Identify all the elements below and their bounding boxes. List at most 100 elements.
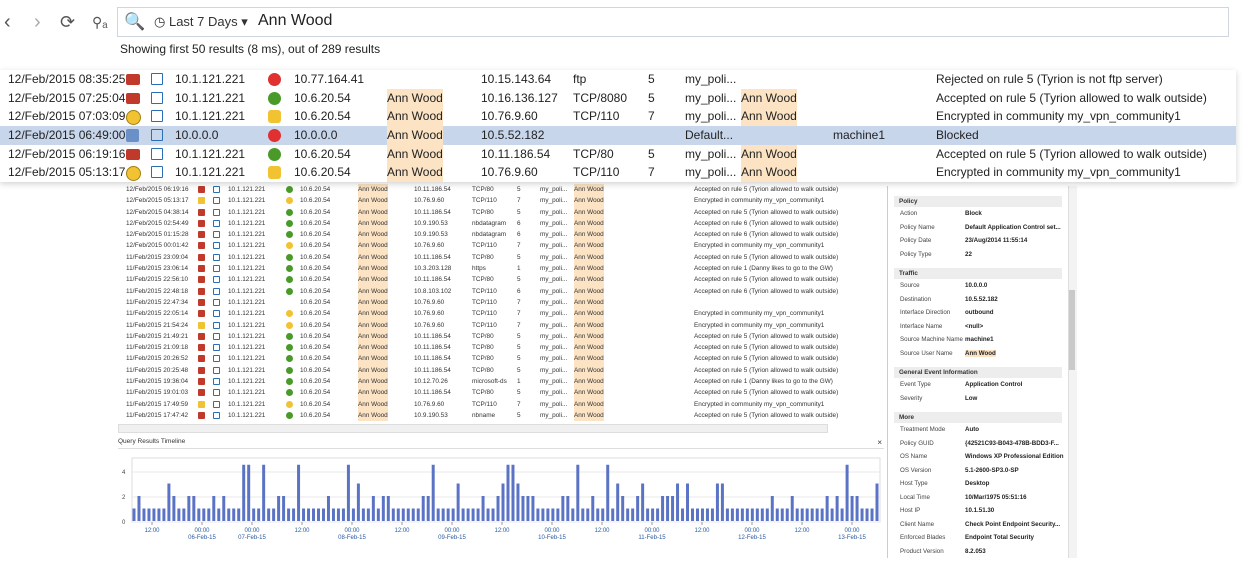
timeline-bar <box>681 508 685 521</box>
table-row[interactable]: 12/Feb/2015 07:25:04 10.1.121.221 10.6.20.… <box>0 88 1236 108</box>
search-input[interactable]: Ann Wood <box>258 12 332 30</box>
action-icon <box>286 378 293 386</box>
timeline-header: Query Results Timeline × <box>118 438 884 449</box>
direction-icon <box>213 208 220 216</box>
table-row[interactable]: 12/Feb/2015 05:13:17 10.1.121.221 10.6.20.… <box>118 195 882 207</box>
table-row[interactable]: 11/Feb/2015 17:49:59 10.1.121.221 10.6.20.… <box>118 398 882 410</box>
table-row[interactable]: 12/Feb/2015 00:01:42 10.1.121.221 10.6.20.… <box>118 240 882 252</box>
cell-user: Ann Wood <box>358 206 388 218</box>
details-section-policy[interactable]: Policy <box>894 196 1062 207</box>
cell-service: TCP/110 <box>472 197 497 205</box>
close-icon[interactable]: × <box>877 438 882 447</box>
table-row[interactable]: 12/Feb/2015 01:15:28 10.1.121.221 10.6.20.… <box>118 229 882 241</box>
cell-source: 10.1.121.221 <box>228 242 266 250</box>
timeline-bar <box>561 496 565 521</box>
table-row[interactable]: 11/Feb/2015 22:05:14 10.1.121.221 10.6.20.… <box>118 308 882 320</box>
cell-time: 11/Feb/2015 19:36:04 <box>126 378 189 386</box>
query-syntax-icon[interactable]: ⚲ₐ <box>92 8 107 36</box>
cell-destination: 10.9.190.53 <box>414 411 448 419</box>
table-row[interactable]: 12/Feb/2015 05:13:17 10.1.121.221 10.6.20.… <box>0 163 1236 183</box>
table-row[interactable]: 12/Feb/2015 06:49:00 10.0.0.0 10.0.0.0 Ann … <box>0 126 1236 145</box>
timeline-bar <box>451 508 455 521</box>
back-icon[interactable]: ‹ <box>4 8 11 36</box>
table-row[interactable]: 11/Feb/2015 19:36:04 10.1.121.221 10.6.20.… <box>118 376 882 388</box>
cell-user-name: Ann Wood <box>574 376 604 388</box>
details-section-more[interactable]: More <box>894 412 1062 423</box>
cell-user: Ann Wood <box>358 240 388 252</box>
timeline-bar <box>212 496 216 521</box>
table-row[interactable]: 11/Feb/2015 23:06:14 10.1.121.221 10.6.20.… <box>118 263 882 275</box>
vertical-scrollbar[interactable] <box>1068 186 1077 558</box>
direction-icon <box>151 166 163 179</box>
detail-label: Policy Type <box>900 250 932 258</box>
cell-service: nbdatagram <box>472 219 507 227</box>
table-row[interactable]: 11/Feb/2015 21:54:24 10.1.121.221 10.6.20.… <box>118 319 882 331</box>
table-row[interactable]: 11/Feb/2015 22:48:18 10.1.121.221 10.6.20.… <box>118 285 882 297</box>
timeline-bar <box>476 508 480 521</box>
cell-policy: my_poli... <box>540 298 568 306</box>
timeline-bar <box>541 508 545 521</box>
direction-icon <box>213 231 220 239</box>
table-row[interactable]: 12/Feb/2015 06:19:16 10.1.121.221 10.6.20.… <box>0 144 1236 164</box>
action-icon <box>268 166 281 180</box>
results-table: 12/Feb/2015 06:19:16 10.1.121.221 10.6.20.… <box>118 184 882 431</box>
forward-icon[interactable]: › <box>34 8 41 36</box>
cell-user-name: Ann Wood <box>574 206 604 218</box>
cell-user-name: Ann Wood <box>574 274 604 286</box>
table-row[interactable]: 11/Feb/2015 22:56:10 10.1.121.221 10.6.20.… <box>118 274 882 286</box>
timeline-bar <box>576 464 580 521</box>
refresh-icon[interactable]: ⟳ <box>60 8 75 36</box>
time-range-selector[interactable]: ◷ Last 7 Days ▾ <box>154 14 248 30</box>
table-row[interactable]: 11/Feb/2015 19:01:03 10.1.121.221 10.6.20.… <box>118 387 882 399</box>
table-row[interactable]: 11/Feb/2015 22:47:34 10.1.121.221 10.6.20.… <box>118 296 882 309</box>
table-row[interactable]: 12/Feb/2015 02:54:49 10.1.121.221 10.6.20.… <box>118 217 882 230</box>
cell-time: 12/Feb/2015 08:35:25 <box>8 72 126 86</box>
detail-value: Low <box>965 394 978 402</box>
timeline-bar <box>416 508 420 521</box>
timeline-bar <box>795 508 799 521</box>
cell-policy: my_poli... <box>540 186 568 193</box>
table-row[interactable]: 11/Feb/2015 20:25:48 10.1.121.221 10.6.20.… <box>118 364 882 377</box>
horizontal-scrollbar[interactable] <box>118 424 828 433</box>
table-row[interactable]: 12/Feb/2015 04:38:14 10.1.121.221 10.6.20.… <box>118 206 882 218</box>
timeline-chart[interactable]: 42012:00 00:0006-Feb-1500:0007-Feb-1512:0… <box>118 450 884 556</box>
cell-destination: 10.76.9.60 <box>481 165 538 180</box>
cell-origin: 10.6.20.54 <box>300 321 331 329</box>
table-row[interactable]: 11/Feb/2015 21:49:21 10.1.121.221 10.6.20.… <box>118 330 882 343</box>
table-row[interactable]: 11/Feb/2015 23:09:04 10.1.121.221 10.6.20.… <box>118 251 882 264</box>
cell-policy: my_poli... <box>540 332 568 340</box>
cell-user-name: Ann Wood <box>574 319 604 331</box>
cell-user-name: Ann Wood <box>574 263 604 275</box>
timeline-bar <box>242 464 246 521</box>
table-row[interactable]: 11/Feb/2015 21:09:18 10.1.121.221 10.6.20.… <box>118 342 882 354</box>
table-row[interactable]: 12/Feb/2015 08:35:25 10.1.121.221 10.77.16… <box>0 70 1236 89</box>
direction-icon <box>151 91 163 104</box>
action-icon <box>286 355 293 363</box>
blade-icon <box>198 355 205 363</box>
timeline-bar <box>636 496 640 521</box>
details-section-traffic[interactable]: Traffic <box>894 268 1062 279</box>
action-icon <box>268 110 281 124</box>
table-row[interactable]: 11/Feb/2015 17:47:42 10.1.121.221 10.6.20.… <box>118 409 882 422</box>
table-row[interactable]: 12/Feb/2015 07:03:09 10.1.121.221 10.6.20.… <box>0 107 1236 127</box>
search-bar[interactable]: 🔍 ◷ Last 7 Days ▾ Ann Wood <box>117 7 1229 37</box>
details-section-general-event-information[interactable]: General Event Information <box>894 367 1062 378</box>
cell-origin: 10.6.20.54 <box>300 219 331 227</box>
timeline-bar <box>666 496 670 521</box>
cell-destination: 10.11.186.54 <box>414 389 451 397</box>
timeline-bar <box>147 508 151 521</box>
cell-description: Encrypted in community my_vpn_community1 <box>694 321 825 329</box>
cell-source: 10.1.121.221 <box>228 298 266 306</box>
cell-destination: 10.11.186.54 <box>481 146 551 161</box>
cell-user: Ann Wood <box>358 251 388 264</box>
table-row[interactable]: 11/Feb/2015 20:26:52 10.1.121.221 10.6.20.… <box>118 353 882 365</box>
scrollbar-thumb[interactable] <box>1069 290 1075 370</box>
cell-description: Accepted on rule 5 (Tyrion allowed to wa… <box>694 332 839 340</box>
x-tick-date: 13-Feb-15 <box>838 535 866 541</box>
search-icon[interactable]: 🔍 <box>124 12 145 32</box>
x-tick-date: 06-Feb-15 <box>188 535 216 541</box>
cell-service: TCP/80 <box>472 186 494 193</box>
cell-destination: 10.11.186.54 <box>414 186 451 193</box>
table-row[interactable]: 12/Feb/2015 06:19:16 10.1.121.221 10.6.20.… <box>118 184 882 196</box>
cell-time: 12/Feb/2015 04:38:14 <box>126 208 189 216</box>
